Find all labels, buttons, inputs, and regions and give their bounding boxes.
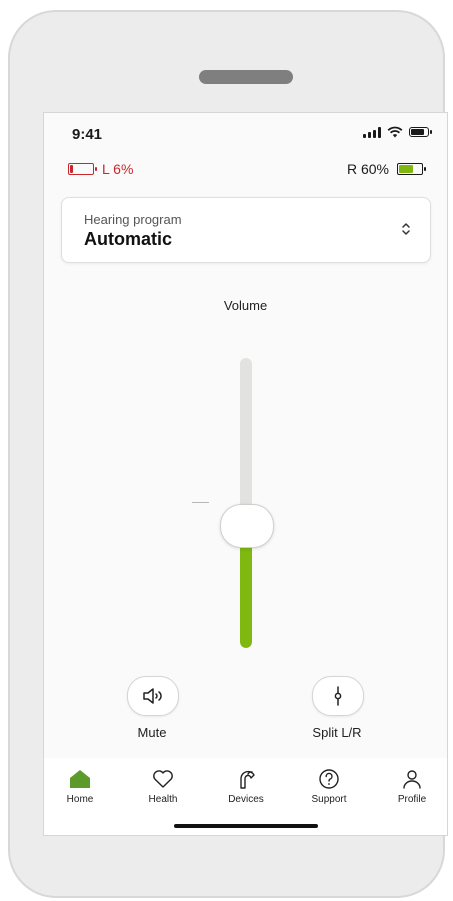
mute-button[interactable] bbox=[127, 676, 179, 716]
phone-battery-icon bbox=[409, 127, 432, 137]
hearing-aid-battery-row: L 6% R 60% bbox=[68, 161, 426, 179]
heart-icon bbox=[153, 770, 173, 788]
hearing-aid-icon bbox=[240, 770, 255, 789]
right-battery-icon bbox=[397, 163, 426, 175]
wifi-icon bbox=[387, 126, 403, 138]
question-icon bbox=[319, 769, 339, 789]
right-battery: R 60% bbox=[346, 161, 426, 177]
tab-health-label: Health bbox=[148, 794, 178, 805]
tab-support-label: Support bbox=[311, 794, 347, 805]
mute-label: Mute bbox=[137, 725, 167, 740]
signal-icon bbox=[363, 126, 381, 138]
phone-frame: 9:41 L 6% R 60% Hearing program Automati… bbox=[8, 10, 448, 898]
volume-slider-track[interactable] bbox=[240, 358, 252, 648]
chevron-up-down-icon bbox=[402, 223, 410, 235]
tab-support[interactable]: Support bbox=[297, 768, 361, 805]
status-icons bbox=[363, 126, 432, 138]
tab-profile[interactable]: Profile bbox=[380, 768, 444, 805]
status-time: 9:41 bbox=[72, 126, 103, 143]
volume-slider-thumb[interactable] bbox=[220, 504, 274, 549]
tab-home[interactable]: Home bbox=[48, 768, 112, 805]
split-slider-icon bbox=[334, 686, 342, 706]
tab-health[interactable]: Health bbox=[131, 768, 195, 805]
person-icon bbox=[403, 770, 421, 789]
app-screen: 9:41 L 6% R 60% Hearing program Automati… bbox=[43, 112, 448, 836]
program-label: Hearing program bbox=[84, 212, 182, 227]
tab-devices[interactable]: Devices bbox=[214, 768, 278, 805]
right-battery-label: R 60% bbox=[346, 161, 389, 177]
left-battery-icon bbox=[68, 163, 97, 175]
split-lr-button[interactable] bbox=[312, 676, 364, 716]
left-battery-label: L 6% bbox=[102, 161, 134, 177]
left-battery: L 6% bbox=[68, 161, 133, 177]
bottom-tab-bar: Home Health Devices Support Profile bbox=[44, 758, 447, 835]
tab-home-label: Home bbox=[66, 794, 94, 805]
speaker-icon bbox=[143, 688, 162, 704]
phone-speaker bbox=[199, 70, 293, 84]
split-lr-label: Split L/R bbox=[312, 725, 362, 740]
volume-default-tick bbox=[192, 502, 209, 503]
home-icon bbox=[70, 770, 90, 788]
tab-profile-label: Profile bbox=[397, 794, 427, 805]
volume-label: Volume bbox=[223, 298, 268, 313]
tab-devices-label: Devices bbox=[228, 794, 264, 805]
hearing-program-selector[interactable]: Hearing program Automatic bbox=[61, 197, 431, 263]
home-indicator bbox=[174, 824, 318, 828]
program-value: Automatic bbox=[84, 229, 173, 249]
